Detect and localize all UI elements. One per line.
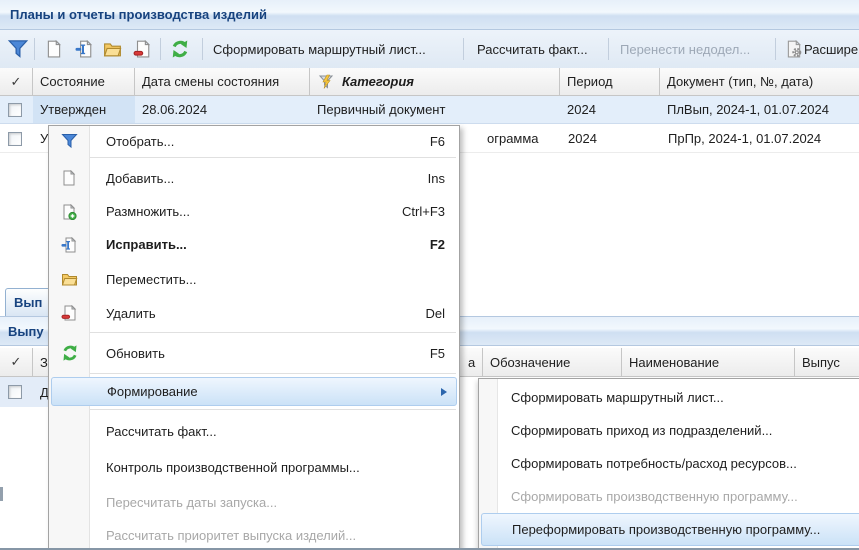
date-column-header[interactable]: Дата смены состояния bbox=[135, 68, 310, 95]
refresh-icon bbox=[170, 39, 190, 59]
checkbox-icon bbox=[8, 103, 22, 117]
toolbar: Сформировать маршрутный лист... Рассчита… bbox=[0, 30, 859, 68]
menu-item-filter[interactable]: Отобрать... F6 bbox=[49, 128, 459, 154]
document-column-header[interactable]: Документ (тип, №, дата) bbox=[660, 68, 859, 95]
new-document-icon bbox=[45, 40, 63, 58]
checkmark-icon: ✓ bbox=[11, 354, 22, 370]
toolbar-separator bbox=[608, 38, 609, 60]
folder-icon bbox=[103, 40, 122, 58]
category-cell[interactable]: Первичный документ bbox=[310, 96, 560, 123]
checkbox-icon bbox=[8, 132, 22, 146]
check-column-header[interactable]: ✓ bbox=[0, 348, 33, 376]
menu-item-delete[interactable]: Удалить Del bbox=[49, 297, 459, 329]
menu-separator bbox=[52, 373, 456, 374]
plans-table-header: ✓ Состояние Дата смены состояния Категор… bbox=[0, 68, 859, 96]
menu-item-edit[interactable]: Исправить... F2 bbox=[49, 228, 459, 261]
submenu-item-resources[interactable]: Сформировать потребность/расход ресурсов… bbox=[479, 447, 859, 480]
state-cell[interactable]: Утвержден bbox=[33, 96, 135, 123]
scrollbar-fragment[interactable] bbox=[0, 487, 3, 501]
menu-item-calc-priority: Рассчитать приоритет выпуска изделий... bbox=[49, 519, 459, 550]
category-filter-lightning-icon bbox=[317, 74, 337, 90]
menu-item-refresh[interactable]: Обновить F5 bbox=[49, 336, 459, 370]
delete-document-icon bbox=[133, 40, 151, 58]
filter-icon bbox=[61, 133, 78, 149]
row-checkbox[interactable] bbox=[8, 125, 22, 152]
row-checkbox[interactable] bbox=[8, 96, 22, 123]
document-cell: ПрПр, 2024-1, 01.07.2024 bbox=[668, 125, 821, 152]
refresh-button[interactable] bbox=[168, 37, 192, 61]
calculate-fact-button[interactable]: Рассчитать факт... bbox=[477, 30, 588, 68]
filter-icon bbox=[7, 39, 29, 59]
menu-item-formation[interactable]: Формирование bbox=[51, 377, 457, 406]
toolbar-separator bbox=[34, 38, 35, 60]
menu-separator bbox=[52, 332, 456, 333]
menu-separator bbox=[52, 409, 456, 410]
toolbar-separator bbox=[202, 38, 203, 60]
extended-button-label[interactable]: Расшире bbox=[804, 30, 858, 68]
gear-document-icon bbox=[785, 40, 803, 58]
row-checkbox[interactable] bbox=[8, 377, 22, 407]
refresh-icon bbox=[61, 344, 79, 362]
carry-over-button: Перенести недодел... bbox=[620, 30, 750, 68]
submenu-arrow-icon bbox=[441, 388, 447, 396]
page-title: Планы и отчеты производства изделий bbox=[10, 7, 267, 22]
production-plans-window: Планы и отчеты производства изделий bbox=[0, 0, 859, 550]
duplicate-document-icon bbox=[61, 204, 77, 220]
context-menu: Отобрать... F6 Добавить... Ins Размножит… bbox=[48, 125, 460, 550]
menu-separator bbox=[52, 157, 456, 158]
extended-button[interactable] bbox=[782, 37, 806, 61]
toolbar-separator bbox=[775, 38, 776, 60]
period-cell: 2024 bbox=[568, 125, 597, 152]
formation-submenu: Сформировать маршрутный лист... Сформиро… bbox=[478, 378, 859, 550]
menu-item-move[interactable]: Переместить... bbox=[49, 261, 459, 297]
period-cell[interactable]: 2024 bbox=[560, 96, 660, 123]
toolbar-separator bbox=[463, 38, 464, 60]
edit-document-icon bbox=[75, 40, 93, 58]
form-route-sheet-button[interactable]: Сформировать маршрутный лист... bbox=[213, 30, 426, 68]
name-column-header[interactable]: Наименование bbox=[622, 348, 795, 376]
delete-button[interactable] bbox=[130, 37, 154, 61]
move-button[interactable] bbox=[100, 37, 124, 61]
menu-item-add[interactable]: Добавить... Ins bbox=[49, 161, 459, 195]
filter-button[interactable] bbox=[6, 37, 30, 61]
state-column-header[interactable]: Состояние bbox=[33, 68, 135, 95]
submenu-item-form-program: Сформировать производственную программу.… bbox=[479, 480, 859, 513]
edit-document-icon bbox=[61, 237, 77, 253]
designation-column-header[interactable]: Обозначение bbox=[483, 348, 622, 376]
folder-icon bbox=[61, 271, 78, 287]
check-column-header[interactable]: ✓ bbox=[0, 68, 33, 95]
submenu-item-reform-program[interactable]: Переформировать производственную програм… bbox=[481, 513, 859, 546]
menu-item-duplicate[interactable]: Размножить... Ctrl+F3 bbox=[49, 195, 459, 228]
new-document-icon bbox=[61, 170, 77, 186]
add-button[interactable] bbox=[42, 37, 66, 61]
table-row-selected[interactable]: Утвержден 28.06.2024 Первичный документ … bbox=[0, 96, 859, 124]
document-cell[interactable]: ПлВып, 2024-1, 01.07.2024 bbox=[660, 96, 859, 123]
hidden-column-header-fragment: а bbox=[468, 348, 475, 376]
menu-item-recalc-launch-dates: Пересчитать даты запуска... bbox=[49, 485, 459, 519]
date-cell[interactable]: 28.06.2024 bbox=[135, 96, 310, 123]
output-column-header[interactable]: Выпус bbox=[795, 348, 859, 376]
menu-item-program-control[interactable]: Контроль производственной программы... bbox=[49, 449, 459, 485]
period-column-header[interactable]: Период bbox=[560, 68, 660, 95]
panel-title-bar: Планы и отчеты производства изделий bbox=[0, 0, 859, 30]
submenu-item-route-sheet[interactable]: Сформировать маршрутный лист... bbox=[479, 381, 859, 414]
category-column-header[interactable]: Категория bbox=[310, 68, 560, 95]
toolbar-separator bbox=[160, 38, 161, 60]
menu-item-calculate-fact[interactable]: Рассчитать факт... bbox=[49, 413, 459, 449]
checkbox-icon bbox=[8, 385, 22, 399]
edit-button[interactable] bbox=[72, 37, 96, 61]
delete-document-icon bbox=[61, 305, 77, 321]
submenu-item-incoming[interactable]: Сформировать приход из подразделений... bbox=[479, 414, 859, 447]
checkmark-icon: ✓ bbox=[11, 74, 22, 90]
category-cell-fragment: ограмма bbox=[487, 125, 539, 152]
